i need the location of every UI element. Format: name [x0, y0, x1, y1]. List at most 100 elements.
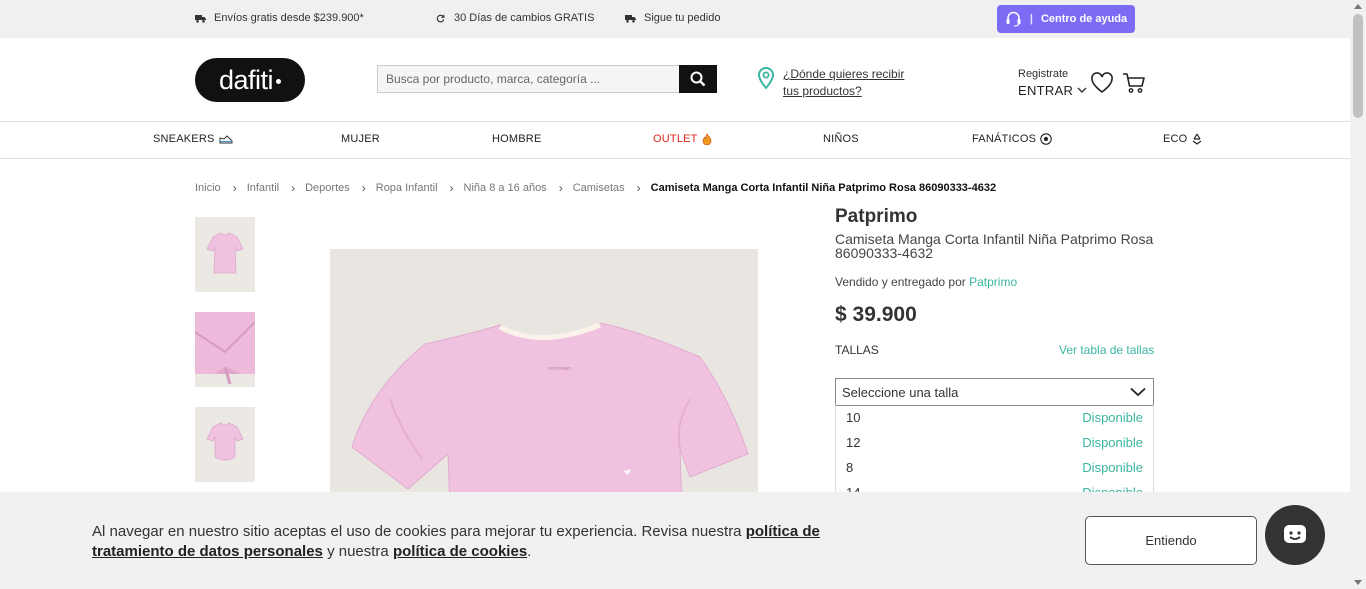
wishlist-heart-icon[interactable] [1090, 72, 1114, 94]
sizes-label: TALLAS [835, 343, 879, 357]
truck-icon [625, 14, 636, 23]
promo-track-order[interactable]: Sigue tu pedido [625, 12, 720, 24]
top-bar: Envíos gratis desde $239.900* 30 Días de… [0, 0, 1350, 38]
nav-label: OUTLET [653, 133, 698, 145]
product-thumbnail[interactable] [195, 217, 255, 292]
help-center-button[interactable]: | Centro de ayuda [997, 5, 1135, 33]
page-scrollbar[interactable] [1350, 0, 1366, 589]
breadcrumb-link[interactable]: Ropa Infantil [376, 182, 438, 194]
size-options-list: 10 Disponible 12 Disponible 8 Disponible… [835, 405, 1154, 495]
size-value: 12 [846, 435, 861, 450]
tshirt-image: PATPRIMO [351, 322, 749, 509]
nav-label: ECO [1163, 133, 1188, 145]
cookie-message: Al navegar en nuestro sitio aceptas el u… [92, 522, 892, 562]
nav-item-mujer[interactable]: MUJER [341, 133, 380, 145]
size-value: 10 [846, 410, 861, 425]
scroll-down-arrow[interactable] [1354, 580, 1362, 585]
nav-item-sneakers[interactable]: SNEAKERS [153, 133, 233, 145]
size-select-placeholder: Seleccione una talla [842, 384, 959, 400]
promo-label: Envíos gratis desde $239.900* [214, 12, 364, 24]
product-brand[interactable]: Patprimo [835, 206, 917, 228]
scrollbar-thumb[interactable] [1353, 14, 1363, 118]
breadcrumb: Inicio › Infantil › Deportes › Ropa Infanti… [195, 181, 996, 195]
promo-returns[interactable]: 30 Días de cambios GRATIS [435, 12, 594, 24]
login-dropdown[interactable]: ENTRAR [1018, 83, 1087, 98]
tshirt-thumbnail-image [206, 232, 244, 274]
breadcrumb-separator: › [232, 181, 237, 195]
nav-item-hombre[interactable]: HOMBRE [492, 133, 541, 145]
scroll-up-arrow[interactable] [1354, 4, 1362, 9]
logo-dot [276, 78, 282, 84]
size-option[interactable]: 10 Disponible [836, 405, 1153, 430]
promo-label: Sigue tu pedido [644, 12, 721, 24]
chevron-down-icon [1077, 87, 1087, 93]
dafiti-logo[interactable]: dafiti [195, 58, 305, 102]
search-input[interactable] [377, 65, 680, 93]
delivery-location-link[interactable]: ¿Dónde quieres recibir tus productos? [783, 66, 913, 100]
size-chart-link[interactable]: Ver tabla de tallas [1059, 343, 1154, 357]
breadcrumb-current: Camiseta Manga Corta Infantil Niña Patpr… [650, 182, 997, 194]
seller-prefix: Vendido y entregado por [835, 275, 966, 289]
promo-free-shipping[interactable]: Envíos gratis desde $239.900* [195, 12, 364, 24]
nav-label: SNEAKERS [153, 133, 215, 145]
divider: | [1029, 13, 1033, 25]
product-main-image[interactable]: PATPRIMO [330, 249, 758, 509]
svg-text:PATPRIMO: PATPRIMO [548, 366, 571, 371]
help-center-label: Centro de ayuda [1040, 13, 1128, 25]
delivery-location[interactable]: ¿Dónde quieres recibir tus productos? [757, 66, 913, 100]
nav-item-outlet[interactable]: OUTLET [653, 133, 712, 145]
breadcrumb-separator: › [361, 181, 366, 195]
breadcrumb-separator: › [291, 181, 296, 195]
product-thumbnail[interactable] [195, 407, 255, 482]
logo-text: dafiti [218, 64, 274, 95]
breadcrumb-separator: › [449, 181, 454, 195]
sneaker-icon [219, 134, 233, 143]
chat-button[interactable] [1265, 505, 1325, 565]
breadcrumb-link[interactable]: Niña 8 a 16 años [464, 182, 547, 194]
fire-icon [702, 133, 711, 145]
nav-item-ninos[interactable]: NIÑOS [823, 133, 859, 145]
nav-label: MUJER [341, 133, 380, 145]
tshirt-knot-thumbnail-image [206, 422, 244, 461]
promo-label: 30 Días de cambios GRATIS [454, 12, 595, 24]
register-link[interactable]: Registrate [1018, 68, 1087, 80]
headset-icon [1006, 11, 1021, 27]
category-nav: SNEAKERS MUJER HOMBRE OUTLET NIÑOS FANÁT… [0, 122, 1350, 159]
cookie-banner: Al navegar en nuestro sitio aceptas el u… [0, 492, 1350, 589]
recycle-icon [1193, 133, 1202, 145]
accept-cookies-button[interactable]: Entiendo [1085, 516, 1257, 565]
product-name: Camiseta Manga Corta Infantil Niña Patpr… [835, 231, 1154, 261]
page: Envíos gratis desde $239.900* 30 Días de… [0, 0, 1366, 589]
breadcrumb-link[interactable]: Infantil [247, 182, 279, 194]
product-seller: Vendido y entregado por Patprimo [835, 275, 1017, 289]
cookie-text: . [527, 543, 532, 560]
header: dafiti ¿Dónde quieres recibir tus produc… [0, 38, 1350, 122]
soccer-ball-icon [1040, 133, 1052, 145]
breadcrumb-separator: › [558, 181, 563, 195]
breadcrumb-separator: › [636, 181, 641, 195]
nav-label: NIÑOS [823, 133, 859, 145]
nav-item-fanaticos[interactable]: FANÁTICOS [972, 133, 1052, 145]
size-option[interactable]: 12 Disponible [836, 430, 1153, 455]
size-option[interactable]: 8 Disponible [836, 455, 1153, 480]
account-menu[interactable]: Registrate ENTRAR [1018, 68, 1087, 98]
search-button[interactable] [679, 65, 717, 93]
breadcrumb-link[interactable]: Inicio [195, 182, 221, 194]
search-icon [690, 71, 706, 87]
nav-label: HOMBRE [492, 133, 542, 145]
breadcrumb-link[interactable]: Camisetas [573, 182, 625, 194]
size-value: 8 [846, 460, 854, 475]
cart-icon[interactable] [1122, 72, 1146, 94]
breadcrumb-link[interactable]: Deportes [305, 182, 350, 194]
truck-icon [195, 14, 206, 23]
size-availability: Disponible [1082, 410, 1143, 425]
product-thumbnail[interactable] [195, 312, 255, 387]
location-pin-icon [757, 66, 775, 90]
nav-item-eco[interactable]: ECO [1163, 133, 1203, 145]
seller-link[interactable]: Patprimo [969, 275, 1017, 289]
chevron-down-icon [1130, 387, 1146, 397]
size-availability: Disponible [1082, 435, 1143, 450]
cookie-text: y nuestra [322, 543, 393, 560]
size-select[interactable]: Seleccione una talla [835, 378, 1154, 406]
cookie-policy-link[interactable]: política de cookies [393, 543, 527, 560]
